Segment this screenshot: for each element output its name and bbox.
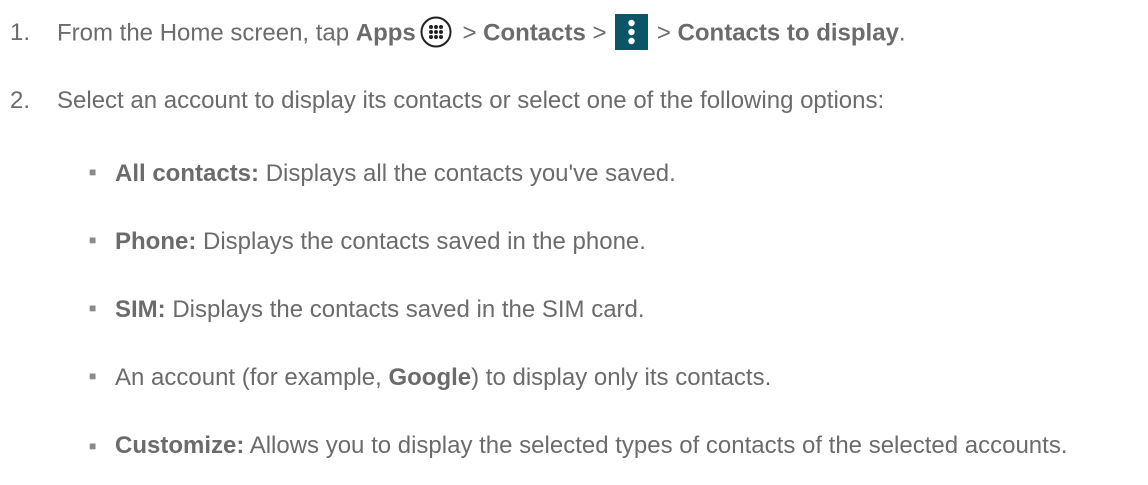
step-intro-text: From the Home screen, tap: [57, 19, 356, 47]
separator: >: [455, 19, 484, 47]
square-bullet-icon: ■: [89, 368, 97, 383]
option-label: Google: [388, 364, 472, 391]
overflow-menu-icon: [615, 14, 649, 50]
list-item-phone: ■ Phone: Displays the contacts saved in t…: [89, 227, 646, 258]
step-text: Select an account to display its contact…: [57, 87, 885, 114]
step-number: 1.: [10, 19, 31, 47]
option-text: ) to display only its contacts.: [471, 364, 772, 391]
square-bullet-icon: ■: [89, 439, 97, 453]
square-bullet-icon: ■: [89, 164, 97, 179]
contacts-label: Contacts: [483, 19, 586, 47]
contacts-to-display-label: Contacts to display: [677, 19, 899, 47]
option-text: Displays the contacts saved in the phone…: [196, 228, 646, 255]
list-item-account: ■ An account (for example, Google) to dis…: [89, 363, 771, 394]
step-2: 2. Select an account to display its conta…: [10, 86, 884, 116]
apps-grid-icon: [420, 16, 452, 48]
option-label: All contacts:: [115, 160, 260, 187]
list-item-sim: ■ SIM: Displays the contacts saved in the…: [89, 295, 645, 326]
list-item-all-contacts: ■ All contacts: Displays all the contacts…: [89, 159, 676, 190]
option-label: SIM:: [115, 296, 166, 323]
apps-label: Apps: [355, 19, 416, 47]
option-label: Customize:: [115, 432, 245, 459]
separator: >: [650, 19, 678, 47]
step-1: 1. From the Home screen, tap Apps > Conta…: [10, 14, 906, 52]
option-label: Phone:: [115, 228, 197, 255]
option-body: Customize: Allows you to display the sel…: [89, 431, 1139, 461]
option-pre-text: An account (for example,: [115, 364, 389, 391]
list-item-customize: ■ Customize: Allows you to display the s…: [89, 431, 1139, 461]
period: .: [898, 19, 906, 47]
square-bullet-icon: ■: [89, 300, 97, 315]
option-text: Displays the contacts saved in the SIM c…: [165, 296, 645, 323]
separator: >: [585, 19, 614, 47]
step-number: 2.: [10, 87, 31, 114]
option-text: Allows you to display the selected types…: [244, 432, 1068, 459]
option-text: Displays all the contacts you've saved.: [259, 160, 676, 187]
square-bullet-icon: ■: [89, 232, 97, 247]
